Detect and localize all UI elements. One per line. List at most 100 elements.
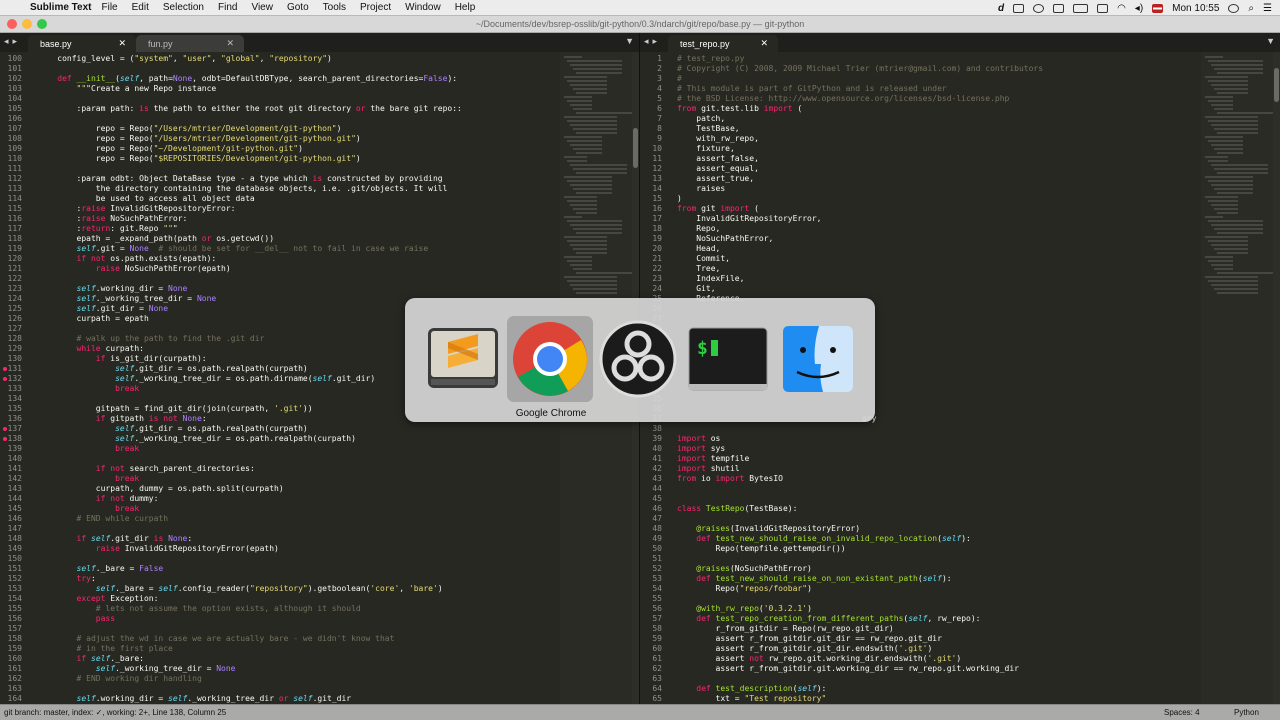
code-line: self._bare = self.config_reader("reposit… bbox=[95, 584, 443, 593]
code-line: def __init__(self, path=None, odbt=Defau… bbox=[57, 74, 458, 83]
menubar-clock[interactable]: Mon 10:55 bbox=[1172, 3, 1219, 14]
tab-list-dropdown-icon[interactable]: ▼ bbox=[625, 36, 634, 46]
code-line: pass bbox=[95, 614, 116, 623]
line-number: 9 bbox=[657, 134, 662, 143]
notification-icon[interactable] bbox=[1053, 3, 1065, 13]
minimap-line bbox=[567, 200, 597, 202]
code-line: Tree, bbox=[677, 264, 721, 273]
window-title: ~/Documents/dev/bsrep-osslib/git-python/… bbox=[475, 19, 805, 29]
breakpoint-marker-icon[interactable] bbox=[3, 367, 7, 371]
line-number: 156 bbox=[7, 614, 22, 623]
battery-icon[interactable] bbox=[1073, 3, 1089, 13]
airplay-icon[interactable] bbox=[1097, 3, 1109, 13]
line-number: 1 bbox=[657, 54, 662, 63]
minimap-line bbox=[1217, 252, 1248, 254]
breakpoint-marker-icon[interactable] bbox=[3, 437, 7, 441]
code-line: self._working_tree_dir = None bbox=[76, 294, 217, 303]
minimap-line bbox=[1205, 96, 1233, 98]
tab-test-repo-py[interactable]: test_repo.py ✕ bbox=[668, 35, 778, 52]
line-number: 152 bbox=[7, 574, 22, 583]
tab-nav-arrows-icon[interactable]: ◂▸ bbox=[4, 36, 21, 47]
minimap-line bbox=[576, 272, 632, 274]
switcher-app-finder[interactable] bbox=[775, 316, 861, 402]
switcher-app-terminal[interactable]: $ bbox=[685, 316, 771, 402]
line-number: 114 bbox=[7, 194, 22, 203]
tab-fun-py[interactable]: fun.py ✕ bbox=[136, 35, 244, 52]
line-number: 122 bbox=[7, 274, 22, 283]
menu-edit[interactable]: Edit bbox=[132, 2, 149, 13]
line-number: 120 bbox=[7, 254, 22, 263]
line-number: 64 bbox=[652, 684, 662, 693]
code-line: r_from_gitdir = Repo(rw_repo.git_dir) bbox=[677, 624, 894, 633]
menu-goto[interactable]: Goto bbox=[287, 2, 309, 13]
switcher-app-chrome[interactable] bbox=[507, 316, 593, 402]
window-title-bar: ~/Documents/dev/bsrep-osslib/git-python/… bbox=[0, 16, 1280, 33]
switcher-app-sublime[interactable] bbox=[420, 316, 506, 402]
pen-icon[interactable] bbox=[1013, 3, 1025, 13]
switcher-app-obs[interactable] bbox=[595, 316, 681, 402]
menu-window[interactable]: Window bbox=[405, 2, 441, 13]
breakpoint-marker-icon[interactable] bbox=[3, 427, 7, 431]
code-line: try: bbox=[76, 574, 96, 583]
minimap-line bbox=[1205, 176, 1253, 178]
menu-help[interactable]: Help bbox=[455, 2, 476, 13]
minimap-line bbox=[564, 116, 617, 118]
close-tab-icon[interactable]: ✕ bbox=[118, 38, 126, 49]
status-bar: git branch: master, index: ✓, working: 2… bbox=[0, 704, 1280, 720]
scrollbar-thumb[interactable] bbox=[633, 128, 638, 168]
close-tab-icon[interactable]: ✕ bbox=[760, 38, 768, 49]
status-syntax[interactable]: Python bbox=[1234, 708, 1259, 717]
line-number: 16 bbox=[652, 204, 662, 213]
minimap-line bbox=[567, 240, 607, 242]
close-tab-icon[interactable]: ✕ bbox=[226, 38, 234, 49]
minimap-line bbox=[1217, 192, 1253, 194]
tab-nav-arrows-icon[interactable]: ◂▸ bbox=[644, 36, 661, 47]
time-machine-icon[interactable] bbox=[1033, 3, 1045, 13]
scrollbar[interactable] bbox=[1273, 52, 1280, 704]
script-editor-icon[interactable]: d bbox=[998, 3, 1004, 14]
minimap-line bbox=[1205, 196, 1238, 198]
minimap-line bbox=[570, 144, 602, 146]
menu-selection[interactable]: Selection bbox=[163, 2, 204, 13]
minimap-line bbox=[1205, 236, 1248, 238]
line-number: 54 bbox=[652, 584, 662, 593]
minimap-line bbox=[576, 72, 622, 74]
spotlight-icon[interactable]: ⌕ bbox=[1248, 3, 1254, 14]
tab-base-py[interactable]: base.py ✕ bbox=[28, 35, 136, 52]
minimap-line bbox=[570, 284, 617, 286]
code-line: # adjust the wd in case we are actually … bbox=[76, 634, 395, 643]
line-number: 148 bbox=[7, 534, 22, 543]
minimap[interactable] bbox=[1201, 52, 1273, 704]
line-number: 129 bbox=[7, 344, 22, 353]
wifi-icon[interactable]: ◠ bbox=[1117, 3, 1126, 14]
minimap-line bbox=[1208, 80, 1248, 82]
status-indentation[interactable]: Spaces: 4 bbox=[1164, 708, 1200, 717]
menu-project[interactable]: Project bbox=[360, 2, 391, 13]
menu-app-name[interactable]: Sublime Text bbox=[30, 2, 92, 13]
code-line: the directory containing the database ob… bbox=[38, 184, 448, 193]
left-tab-bar: ◂▸ base.py ✕ fun.py ✕ ▼ bbox=[0, 33, 639, 52]
minimap-line bbox=[576, 292, 617, 294]
minimap-line bbox=[564, 256, 592, 258]
tab-list-dropdown-icon[interactable]: ▼ bbox=[1266, 36, 1275, 46]
minimap-line bbox=[576, 252, 607, 254]
line-number: 63 bbox=[652, 674, 662, 683]
breakpoint-marker-icon[interactable] bbox=[3, 377, 7, 381]
tab-label: test_repo.py bbox=[680, 39, 730, 49]
line-number: 53 bbox=[652, 574, 662, 583]
menu-find[interactable]: Find bbox=[218, 2, 237, 13]
menu-view[interactable]: View bbox=[251, 2, 273, 13]
menu-file[interactable]: File bbox=[102, 2, 118, 13]
terminal-icon: $ bbox=[688, 327, 768, 391]
flag-icon[interactable] bbox=[1152, 3, 1164, 13]
menu-tools[interactable]: Tools bbox=[323, 2, 346, 13]
scrollbar-thumb[interactable] bbox=[1274, 68, 1279, 102]
code-line: # This module is part of GitPython and i… bbox=[677, 84, 947, 93]
user-icon[interactable] bbox=[1228, 3, 1240, 13]
minimap-line bbox=[1205, 136, 1243, 138]
line-number: 24 bbox=[652, 284, 662, 293]
volume-icon[interactable]: ◂) bbox=[1135, 3, 1143, 14]
line-number: 105 bbox=[7, 104, 22, 113]
notification-center-icon[interactable]: ☰ bbox=[1263, 3, 1272, 14]
code-line: # in the first place bbox=[76, 644, 173, 653]
